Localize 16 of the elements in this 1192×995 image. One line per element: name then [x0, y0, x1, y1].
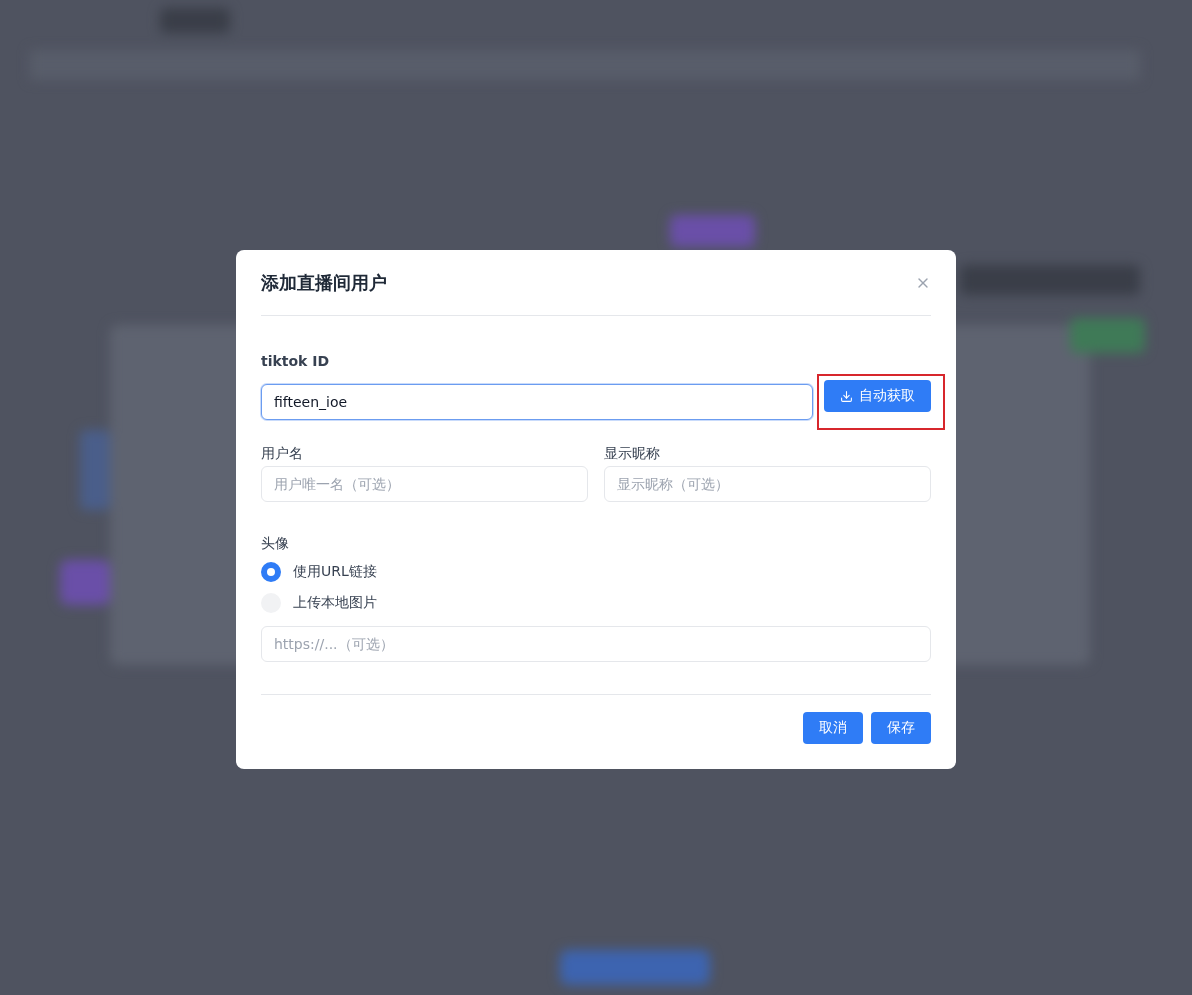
radio-label: 使用URL链接	[293, 562, 377, 581]
username-field[interactable]: 用户唯一名（可选）	[261, 466, 588, 502]
avatar-url-field[interactable]: https://...（可选）	[261, 626, 931, 662]
radio-label: 上传本地图片	[293, 593, 377, 612]
field-label: 头像	[261, 534, 290, 552]
auto-fetch-button[interactable]: 自动获取	[824, 380, 931, 412]
dialog-button[interactable]: 取消	[803, 712, 863, 744]
field-label: 显示昵称	[604, 444, 661, 462]
dialog-button[interactable]: 保存	[871, 712, 931, 744]
dialog-title: 添加直播间用户	[261, 270, 387, 295]
tiktok-id-field[interactable]: fifteen_ioe	[261, 384, 813, 420]
field-label: 用户名	[261, 444, 304, 462]
field-label: tiktok ID	[261, 352, 331, 370]
nickname-field[interactable]: 显示昵称（可选）	[604, 466, 931, 502]
radio-button[interactable]	[261, 561, 281, 582]
download-icon	[840, 389, 853, 403]
